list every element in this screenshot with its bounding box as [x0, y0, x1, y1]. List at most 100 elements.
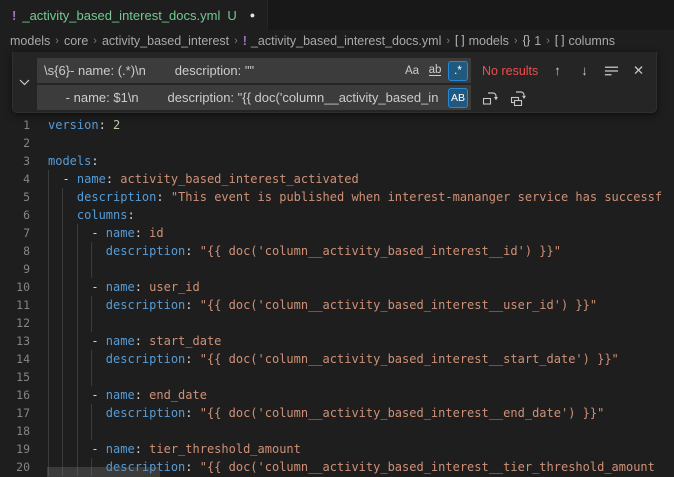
- code-line[interactable]: 12: [0, 314, 674, 332]
- code-area[interactable]: 1version: 223models:4 - name: activity_b…: [0, 116, 674, 476]
- code-line[interactable]: 4 - name: activity_based_interest_activa…: [0, 170, 674, 188]
- indent-guide: [77, 278, 78, 296]
- code-line[interactable]: 16 - name: end_date: [0, 386, 674, 404]
- code-line[interactable]: 18: [0, 422, 674, 440]
- close-find-button[interactable]: ✕: [629, 61, 648, 80]
- line-number: 5: [0, 188, 30, 206]
- breadcrumb-item[interactable]: ! _activity_based_interest_docs.yml: [243, 34, 442, 48]
- line-number: 7: [0, 224, 30, 242]
- find-in-selection-button[interactable]: [602, 61, 621, 80]
- indent-guide: [91, 296, 92, 314]
- indent-guide: [62, 224, 63, 242]
- indent-guide: [77, 314, 78, 332]
- object-symbol-icon: {}: [523, 35, 531, 47]
- whole-word-button[interactable]: ab: [425, 61, 445, 81]
- match-case-button[interactable]: Aa: [402, 61, 422, 81]
- chevron-right-icon: ›: [234, 35, 238, 47]
- indent-guide: [48, 224, 49, 242]
- code-line[interactable]: 13 - name: start_date: [0, 332, 674, 350]
- code-line-content: [48, 134, 674, 152]
- indent-guide: [48, 242, 49, 260]
- find-previous-button[interactable]: ↑: [548, 61, 567, 80]
- git-status-badge: U: [227, 8, 236, 23]
- indent-guide: [48, 422, 49, 440]
- indent-guide: [48, 170, 49, 188]
- line-number: 10: [0, 278, 30, 296]
- line-number: 2: [0, 134, 30, 152]
- breadcrumb-item[interactable]: [ ] models: [455, 34, 509, 48]
- chevron-right-icon: ›: [446, 35, 450, 47]
- breadcrumb-item[interactable]: activity_based_interest: [102, 34, 229, 48]
- breadcrumb-label: _activity_based_interest_docs.yml: [251, 34, 441, 48]
- toggle-replace-button[interactable]: [13, 52, 35, 112]
- code-line[interactable]: 15: [0, 368, 674, 386]
- breadcrumb-label: models: [10, 34, 50, 48]
- array-symbol-icon: [ ]: [455, 35, 465, 47]
- code-line[interactable]: 11 description: "{{ doc('column__activit…: [0, 296, 674, 314]
- code-line[interactable]: 17 description: "{{ doc('column__activit…: [0, 404, 674, 422]
- line-number: 13: [0, 332, 30, 350]
- editor-tab[interactable]: ! _activity_based_interest_docs.yml U ●: [0, 0, 268, 30]
- code-line-content: description: "{{ doc('column__activity_b…: [48, 242, 674, 260]
- find-next-button[interactable]: ↓: [575, 61, 594, 80]
- chevron-down-icon: [19, 79, 30, 86]
- tab-title: _activity_based_interest_docs.yml: [22, 8, 220, 23]
- code-line[interactable]: 10 - name: user_id: [0, 278, 674, 296]
- code-line[interactable]: 19 - name: tier_threshold_amount: [0, 440, 674, 458]
- line-number: 12: [0, 314, 30, 332]
- code-line[interactable]: 7 - name: id: [0, 224, 674, 242]
- chevron-right-icon: ›: [546, 35, 550, 47]
- preserve-case-button[interactable]: AB: [448, 88, 468, 108]
- indent-guide: [91, 422, 92, 440]
- line-number: 1: [0, 116, 30, 134]
- code-line[interactable]: 1version: 2: [0, 116, 674, 134]
- line-number: 17: [0, 404, 30, 422]
- breadcrumb-item[interactable]: core: [64, 34, 88, 48]
- line-number: 20: [0, 458, 30, 476]
- code-line[interactable]: 9: [0, 260, 674, 278]
- code-line[interactable]: 6 columns:: [0, 206, 674, 224]
- indent-guide: [48, 260, 49, 278]
- line-number: 19: [0, 440, 30, 458]
- replace-input[interactable]: [37, 85, 471, 110]
- indent-guide: [48, 278, 49, 296]
- code-line-content: columns:: [48, 206, 674, 224]
- indent-guide: [77, 386, 78, 404]
- code-line-content: - name: activity_based_interest_activate…: [48, 170, 674, 188]
- regex-button[interactable]: .*: [448, 61, 468, 81]
- replace-all-button[interactable]: [508, 88, 527, 107]
- code-line-content: description: "{{ doc('column__activity_b…: [48, 350, 674, 368]
- line-number: 9: [0, 260, 30, 278]
- replace-all-icon: [510, 90, 526, 106]
- indent-guide: [48, 206, 49, 224]
- code-line[interactable]: 14 description: "{{ doc('column__activit…: [0, 350, 674, 368]
- indent-guide: [62, 368, 63, 386]
- code-line-content: models:: [48, 152, 674, 170]
- find-widget: Aa ab .* No results ↑ ↓ ✕ AB: [12, 52, 657, 113]
- breadcrumb-item[interactable]: models: [10, 34, 50, 48]
- indent-guide: [62, 440, 63, 458]
- yaml-file-icon: !: [243, 34, 247, 48]
- breadcrumb-item[interactable]: [ ]columns: [555, 34, 615, 48]
- indent-guide: [77, 296, 78, 314]
- indent-guide: [77, 440, 78, 458]
- breadcrumb-item[interactable]: {}1: [523, 34, 542, 48]
- breadcrumb-label: core: [64, 34, 88, 48]
- line-number: 4: [0, 170, 30, 188]
- code-line-content: - name: start_date: [48, 332, 674, 350]
- indent-guide: [48, 404, 49, 422]
- code-line[interactable]: 8 description: "{{ doc('column__activity…: [0, 242, 674, 260]
- chevron-right-icon: ›: [514, 35, 518, 47]
- code-line[interactable]: 3 models:: [0, 152, 674, 170]
- indent-guide: [62, 260, 63, 278]
- code-line[interactable]: 5 description: "This event is published …: [0, 188, 674, 206]
- line-number: 3: [0, 152, 30, 170]
- line-number: 8: [0, 242, 30, 260]
- horizontal-scrollbar[interactable]: [47, 467, 160, 477]
- indent-guide: [62, 188, 63, 206]
- replace-button[interactable]: [480, 88, 499, 107]
- breadcrumb-label: models: [469, 34, 509, 48]
- indent-guide: [77, 422, 78, 440]
- code-line[interactable]: 2: [0, 134, 674, 152]
- modified-dot-icon[interactable]: ●: [250, 10, 255, 20]
